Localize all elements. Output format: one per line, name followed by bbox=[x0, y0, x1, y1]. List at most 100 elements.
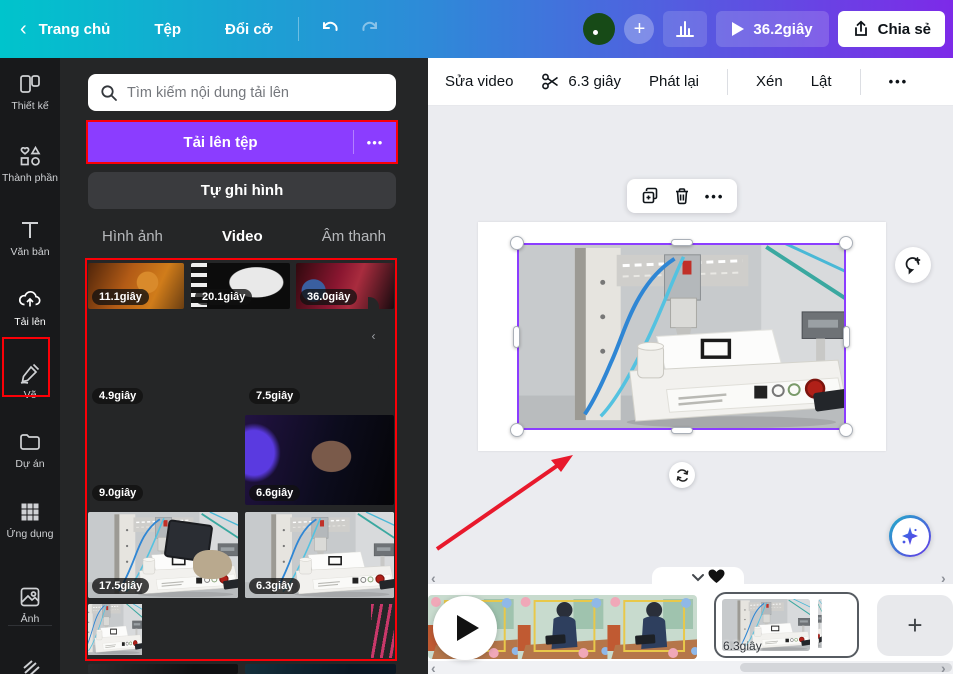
timeline-play-button[interactable] bbox=[433, 596, 497, 660]
selected-video-content bbox=[517, 243, 846, 430]
top-bar-left: ‹ Trang chủ Tệp Đổi cỡ bbox=[0, 15, 381, 43]
resize-handle-e[interactable] bbox=[843, 326, 850, 348]
timeline-collapse-tab[interactable] bbox=[652, 567, 744, 587]
resize-handle-n[interactable] bbox=[671, 239, 693, 246]
sidebar-label: Văn bản bbox=[10, 246, 49, 258]
clip-duration-label: 6.3giây bbox=[723, 639, 762, 653]
redo-icon[interactable] bbox=[359, 16, 381, 43]
duration-badge: 4.9giây bbox=[92, 388, 143, 404]
sidebar-item-design[interactable]: Thiết kế bbox=[0, 72, 60, 112]
magic-assistant-inner bbox=[892, 518, 929, 555]
rotate-handle[interactable] bbox=[669, 462, 695, 488]
video-thumbnail[interactable]: 17.5giây bbox=[88, 512, 238, 598]
tab-images[interactable]: Hình ảnh bbox=[102, 228, 163, 251]
scissors-icon bbox=[541, 72, 560, 91]
rotate-icon bbox=[675, 468, 690, 483]
sidebar-item-elements[interactable]: Thành phần bbox=[0, 144, 60, 184]
duplicate-button[interactable] bbox=[640, 186, 660, 206]
upload-button-annotation: Tải lên tệp ••• bbox=[86, 120, 398, 164]
top-bar-right: + 36.2giây Chia sẻ bbox=[583, 11, 953, 47]
insights-button[interactable] bbox=[663, 11, 707, 47]
sparkle-icon bbox=[899, 525, 921, 547]
upload-cloud-icon bbox=[17, 286, 43, 312]
video-thumbnail[interactable]: 36.0giây bbox=[296, 263, 394, 309]
add-page-button[interactable]: + bbox=[877, 595, 953, 656]
play-icon bbox=[457, 615, 479, 641]
hand-overlay bbox=[193, 550, 232, 579]
timeline-bottom-scroll-right[interactable]: › bbox=[941, 660, 946, 674]
toolbar-more-button[interactable]: ••• bbox=[889, 74, 909, 89]
tab-audio[interactable]: Âm thanh bbox=[322, 228, 386, 251]
duration-badge: 11.1giây bbox=[92, 289, 149, 305]
timeline-scroll-left[interactable]: ‹ bbox=[431, 570, 436, 586]
share-button[interactable]: Chia sẻ bbox=[838, 11, 945, 47]
timeline-bottom-scroll-left[interactable]: ‹ bbox=[431, 660, 436, 674]
upload-more-button[interactable]: ••• bbox=[354, 135, 396, 150]
video-thumbnail[interactable]: 11.1giây bbox=[88, 263, 184, 309]
search-input[interactable]: Tìm kiếm nội dung tải lên bbox=[88, 74, 396, 111]
timeline-scroll-right[interactable]: › bbox=[941, 570, 946, 586]
resize-handle-sw[interactable] bbox=[510, 423, 524, 437]
clip2-frame-small bbox=[818, 599, 848, 651]
resize-handle-s[interactable] bbox=[671, 427, 693, 434]
sidebar-label: Thành phần bbox=[2, 172, 58, 184]
sidebar-item-more[interactable] bbox=[0, 658, 60, 674]
trim-button[interactable]: 6.3 giây bbox=[541, 72, 621, 91]
timeline-clip-2-selected[interactable]: 6.3giây bbox=[714, 592, 859, 658]
selected-video-element[interactable] bbox=[517, 243, 846, 430]
resize-handle-w[interactable] bbox=[513, 326, 520, 348]
sidebar-label: Ứng dụng bbox=[7, 528, 54, 540]
crop-button[interactable]: Xén bbox=[756, 73, 783, 90]
undo-icon[interactable] bbox=[319, 16, 341, 43]
delete-button[interactable] bbox=[672, 186, 692, 206]
element-more-button[interactable]: ••• bbox=[705, 189, 725, 204]
panel-collapse-handle[interactable]: ‹ bbox=[368, 297, 379, 375]
add-member-button[interactable]: + bbox=[624, 14, 654, 44]
machine-thumbnail-art bbox=[818, 599, 848, 651]
hscrollbar-thumb[interactable] bbox=[740, 663, 952, 672]
resize-menu-item[interactable]: Đổi cỡ bbox=[225, 21, 272, 38]
video-thumbnail[interactable]: 4.9giây bbox=[88, 316, 238, 408]
sidebar-rail: Thiết kế Thành phần Văn bản Tải lên Vẽ D… bbox=[0, 58, 60, 674]
sidebar-item-draw[interactable]: Vẽ bbox=[0, 361, 60, 401]
resize-handle-ne[interactable] bbox=[839, 236, 853, 250]
tab-video[interactable]: Video bbox=[222, 228, 263, 251]
uploads-grid-annotation: 11.1giây 20.1giây 36.0giây 4.9giây 7.5gi… bbox=[85, 258, 397, 661]
total-duration: 36.2giây bbox=[753, 21, 812, 38]
video-thumbnail[interactable] bbox=[88, 604, 160, 658]
avatar[interactable] bbox=[583, 13, 615, 45]
video-thumbnail[interactable]: 6.3giây bbox=[245, 512, 394, 598]
resize-handle-se[interactable] bbox=[839, 423, 853, 437]
record-yourself-button[interactable]: Tự ghi hình bbox=[88, 172, 396, 209]
magic-assistant-button[interactable] bbox=[889, 515, 931, 557]
video-thumbnail[interactable]: 6.6giây bbox=[245, 415, 394, 505]
resize-handle-nw[interactable] bbox=[510, 236, 524, 250]
sidebar-item-projects[interactable]: Dự án bbox=[0, 430, 60, 470]
file-menu-item[interactable]: Tệp bbox=[154, 21, 181, 38]
machine-thumbnail-art bbox=[88, 604, 160, 658]
sidebar-item-photos[interactable]: Ảnh bbox=[0, 585, 60, 625]
playback-button[interactable]: Phát lại bbox=[649, 73, 699, 90]
video-thumbnail-partial[interactable] bbox=[88, 664, 238, 674]
duration-badge: 9.0giây bbox=[92, 485, 143, 501]
red-arrow-annotation bbox=[430, 450, 580, 555]
video-thumbnail[interactable]: 20.1giây bbox=[191, 263, 290, 309]
video-thumbnail-partial[interactable] bbox=[245, 664, 396, 674]
heart-icon bbox=[708, 569, 725, 584]
flip-button[interactable]: Lật bbox=[811, 73, 832, 90]
sidebar-label: Thiết kế bbox=[11, 100, 48, 112]
sidebar-item-text[interactable]: Văn bản bbox=[0, 218, 60, 258]
preview-play-button[interactable]: 36.2giây bbox=[716, 11, 828, 47]
sidebar-item-uploads[interactable]: Tải lên bbox=[0, 286, 60, 328]
duration-badge: 7.5giây bbox=[249, 388, 300, 404]
timeline-marker-heart-icon[interactable] bbox=[708, 569, 725, 589]
upload-files-button[interactable]: Tải lên tệp ••• bbox=[88, 122, 396, 162]
back-chevron-icon[interactable]: ‹ bbox=[14, 15, 33, 43]
chevron-down-icon bbox=[691, 573, 705, 582]
video-thumbnail[interactable] bbox=[166, 604, 394, 658]
sidebar-item-apps[interactable]: Ứng dụng bbox=[0, 500, 60, 540]
edit-video-button[interactable]: Sửa video bbox=[445, 73, 513, 90]
video-thumbnail[interactable]: 9.0giây bbox=[88, 415, 238, 505]
home-menu-item[interactable]: Trang chủ bbox=[39, 21, 111, 38]
add-comment-button[interactable] bbox=[895, 247, 931, 283]
